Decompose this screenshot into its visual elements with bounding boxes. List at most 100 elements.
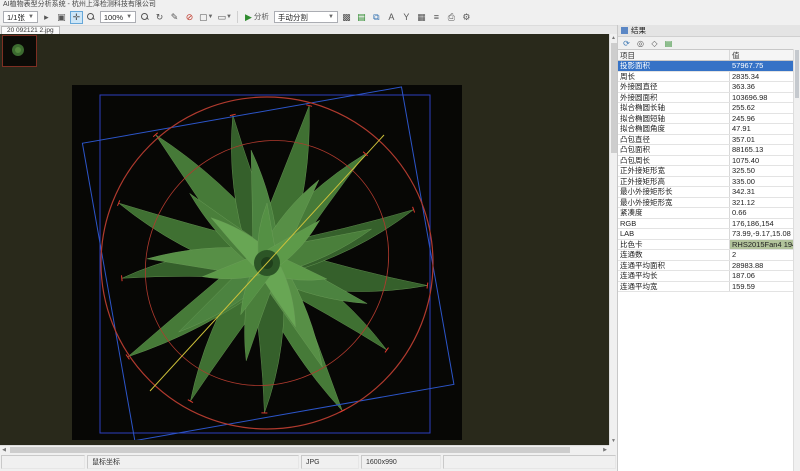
metric-label: 拟合椭圆长轴	[618, 103, 730, 113]
metric-value: 103696.98	[730, 93, 794, 103]
metric-label: 比色卡	[618, 240, 730, 250]
metric-value: RHS2015Fan4 194C Yellow	[730, 240, 794, 250]
table-row[interactable]: 凸包面积88165.13	[618, 145, 794, 156]
metric-value: 73.99,-9.17,15.08	[730, 229, 794, 239]
canvas-horizontal-scrollbar[interactable]: ◀ ▶	[0, 445, 609, 453]
panel-scrollbar[interactable]	[793, 49, 800, 471]
main-toolbar: 1/1张 ▼ ▸ ▣ ✛ 100% ▼ ↻ ✎ ⊘ ▢▼ ▭▼ ▶ 分析 手动分…	[0, 9, 800, 26]
branch-tool-button[interactable]: Y	[400, 11, 413, 24]
metric-value: 88165.13	[730, 145, 794, 155]
zoom-level: 100%	[104, 13, 123, 22]
dimensions-label: 1600x990	[366, 459, 397, 466]
table-row[interactable]: 凸包直径357.01	[618, 135, 794, 146]
metric-value: 187.06	[730, 271, 794, 281]
locate-button[interactable]: ◎	[635, 38, 646, 49]
status-mouse-coords: 鼠标坐标	[87, 455, 299, 469]
metric-label: 最小外接矩形长	[618, 187, 730, 197]
status-left-text: 鼠标坐标	[92, 457, 120, 467]
rect-icon: ▭	[218, 13, 227, 22]
table-row[interactable]: 连通平均面积28983.88	[618, 261, 794, 272]
title-bar: AI植物表型分析系统 - 杭州上泽检测科技有限公司	[0, 0, 800, 9]
metric-label: 正外接矩形宽	[618, 166, 730, 176]
analyze-button[interactable]: ▶ 分析	[242, 11, 272, 24]
app-window: AI植物表型分析系统 - 杭州上泽检测科技有限公司 1/1张 ▼ ▸ ▣ ✛ 1…	[0, 0, 800, 471]
table-row[interactable]: 连通平均宽159.59	[618, 282, 794, 293]
chevron-down-icon: ▼	[126, 14, 132, 20]
metric-label: 外接圆面积	[618, 93, 730, 103]
table-row[interactable]: 连通数2	[618, 250, 794, 261]
segmentation-mode-value: 手动分割	[278, 12, 308, 23]
analyze-label: 分析	[254, 13, 269, 21]
table-row[interactable]: 投影面积57967.75	[618, 61, 794, 72]
metric-value: 342.31	[730, 187, 794, 197]
page-selector[interactable]: 1/1张 ▼	[3, 11, 38, 23]
shape-tool-dropdown[interactable]: ▢▼	[198, 11, 214, 24]
metric-label: 拟合椭圆短轴	[618, 114, 730, 124]
report-button[interactable]: ▤	[355, 11, 368, 24]
export-results-button[interactable]: ▤	[663, 38, 674, 49]
segmentation-mode-select[interactable]: 手动分割 ▼	[274, 11, 338, 23]
chevron-down-icon: ▼	[28, 14, 34, 20]
metric-label: 外接圆直径	[618, 82, 730, 92]
table-row[interactable]: 最小外接矩形宽321.12	[618, 198, 794, 209]
chart-icon: ⧉	[373, 13, 379, 22]
table-row[interactable]: 比色卡RHS2015Fan4 194C Yellow	[618, 240, 794, 251]
panel-icon	[621, 27, 628, 34]
table-row[interactable]: LAB73.99,-9.17,15.08	[618, 229, 794, 240]
panel-scroll-thumb[interactable]	[795, 50, 799, 98]
table-row[interactable]: 外接圆面积103696.98	[618, 93, 794, 104]
settings-button[interactable]: ⚙	[460, 11, 473, 24]
next-image-button[interactable]: ▸	[40, 11, 53, 24]
metric-label: 连通平均宽	[618, 282, 730, 292]
metric-value: 2	[730, 250, 794, 260]
status-bar: 鼠标坐标 JPG 1600x990	[0, 453, 617, 471]
refresh-icon: ⟳	[623, 39, 630, 48]
list-view-button[interactable]: ≡	[430, 11, 443, 24]
zoom-out-button[interactable]	[85, 11, 98, 24]
table-row[interactable]: 拟合椭圆长轴255.62	[618, 103, 794, 114]
image-view-button[interactable]: ▩	[340, 11, 353, 24]
delete-region-button[interactable]: ⊘	[183, 11, 196, 24]
zoom-in-button[interactable]	[138, 11, 151, 24]
table-row[interactable]: 连通平均长187.06	[618, 271, 794, 282]
metric-label: 最小外接矩形宽	[618, 198, 730, 208]
results-panel: 结果 ⟳ ◎ ◇ ▤ 项目 值 投影面积57967.75周长2835.34外接圆…	[617, 25, 800, 471]
metric-label: 紧凑度	[618, 208, 730, 218]
canvas-vertical-scrollbar[interactable]: ▲ ▼	[609, 34, 617, 445]
refresh-button[interactable]: ⟳	[621, 38, 632, 49]
metric-value: 325.50	[730, 166, 794, 176]
table-row[interactable]: 拟合椭圆角度47.91	[618, 124, 794, 135]
table-row[interactable]: 拟合椭圆短轴245.96	[618, 114, 794, 125]
magnifier-plus-icon	[141, 13, 149, 21]
navigator-thumbnail[interactable]	[2, 35, 37, 67]
export-button[interactable]: ⎙	[445, 11, 458, 24]
edit-button[interactable]: ✎	[168, 11, 181, 24]
table-row[interactable]: 最小外接矩形长342.31	[618, 187, 794, 198]
rotate-button[interactable]: ↻	[153, 11, 166, 24]
table-row[interactable]: 外接圆直径363.36	[618, 82, 794, 93]
text-tool-button[interactable]: A	[385, 11, 398, 24]
rect-tool-dropdown[interactable]: ▭▼	[217, 11, 233, 24]
image-canvas[interactable]	[0, 34, 609, 445]
metric-value: 47.91	[730, 124, 794, 134]
chart-button[interactable]: ⧉	[370, 11, 383, 24]
eraser-icon: ◇	[651, 39, 657, 48]
zoom-level-selector[interactable]: 100% ▼	[100, 11, 136, 23]
results-panel-title: 结果	[631, 25, 646, 36]
clear-button[interactable]: ◇	[649, 38, 660, 49]
table-row[interactable]: 紧凑度0.66	[618, 208, 794, 219]
analyzed-image[interactable]	[72, 85, 462, 440]
table-row[interactable]: 凸包周长1075.40	[618, 156, 794, 167]
table-row[interactable]: 正外接矩形高335.00	[618, 177, 794, 188]
pan-tool-button[interactable]: ✛	[70, 11, 83, 24]
table-row[interactable]: 正外接矩形宽325.50	[618, 166, 794, 177]
table-row[interactable]: 周长2835.34	[618, 72, 794, 83]
table-row[interactable]: RGB176,186,154	[618, 219, 794, 230]
scroll-down-icon[interactable]: ▼	[610, 437, 617, 445]
metric-label: 正外接矩形高	[618, 177, 730, 187]
copy-button[interactable]: ▣	[55, 11, 68, 24]
grid-view-button[interactable]: ▦	[415, 11, 428, 24]
next-icon: ▸	[44, 13, 49, 22]
scroll-up-icon[interactable]: ▲	[610, 34, 617, 42]
format-label: JPG	[306, 459, 320, 466]
